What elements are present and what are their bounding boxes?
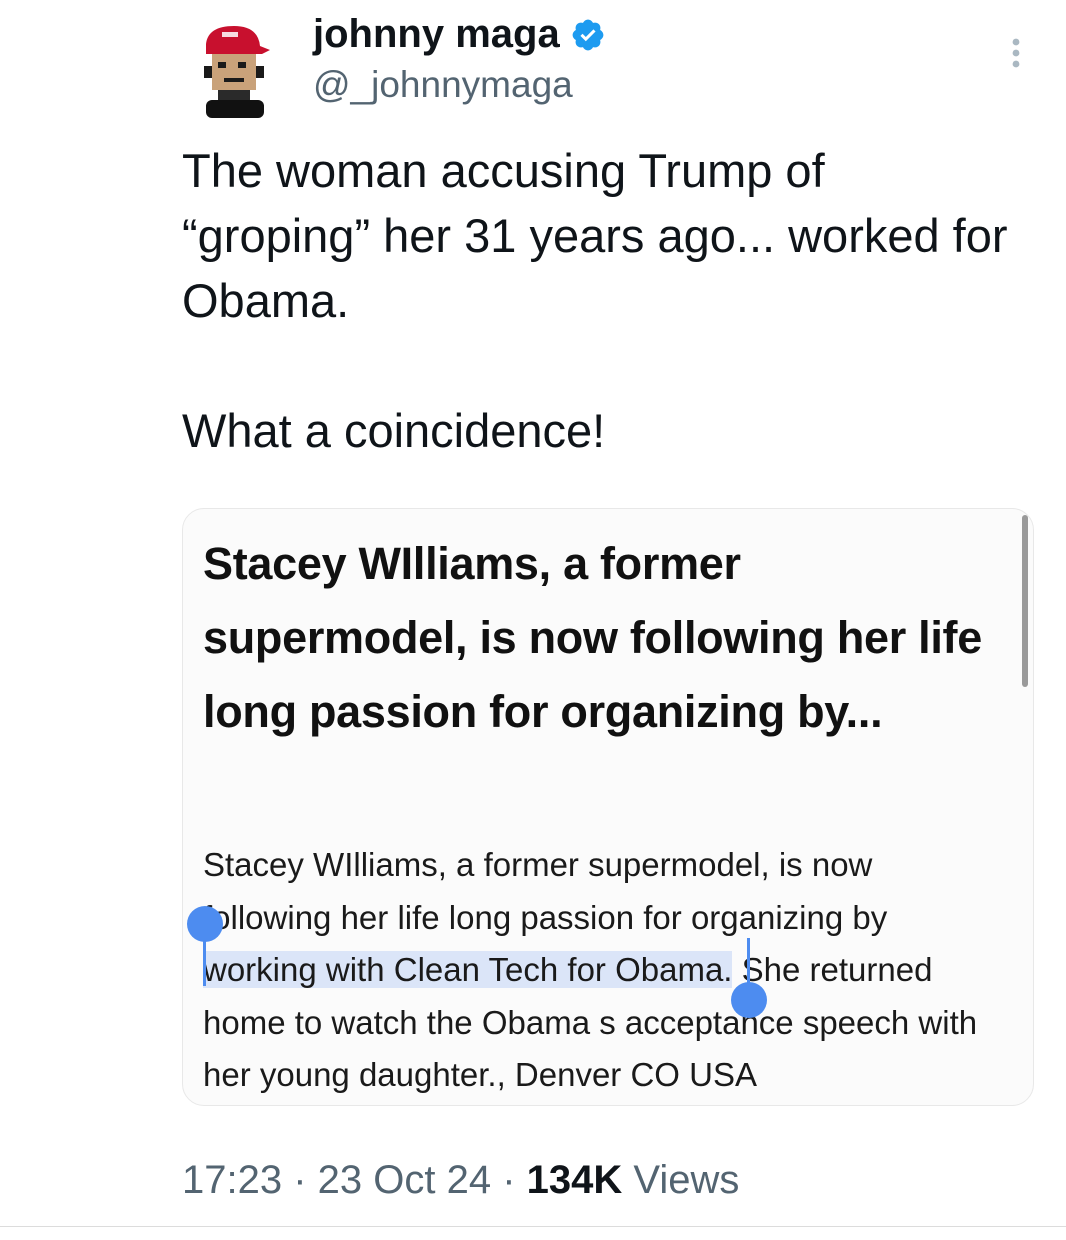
card-title: Stacey WIlliams, a former supermodel, is… xyxy=(203,538,982,737)
selection-start-handle[interactable] xyxy=(187,906,223,942)
meta-separator: · xyxy=(491,1158,527,1202)
selection-end-handle[interactable] xyxy=(731,982,767,1018)
avatar[interactable] xyxy=(196,22,274,118)
tweet-paragraph: What a coincidence! xyxy=(182,404,606,457)
selected-text[interactable]: working with Clean Tech for Obama. xyxy=(203,951,733,988)
tweet-meta: 17:23 · 23 Oct 24 · 134K Views xyxy=(182,1158,739,1203)
tweet-time[interactable]: 17:23 xyxy=(182,1158,282,1202)
card-desc-line: her young daughter., Denver CO USA xyxy=(203,1056,757,1093)
more-options-button[interactable] xyxy=(1004,34,1030,74)
tweet-text: The woman accusing Trump of “groping” he… xyxy=(182,138,1022,463)
author-name-text: johnny maga xyxy=(313,12,560,56)
link-preview-card[interactable]: Stacey WIlliams, a former supermodel, is… xyxy=(182,508,1034,1106)
card-desc-line: working with Clean Tech for Obama. She r… xyxy=(203,944,1023,997)
pixel-avatar-red-cap-icon xyxy=(204,26,270,118)
tweet-paragraph: The woman accusing Trump of “groping” he… xyxy=(182,144,1008,327)
card-desc-line: Stacey WIlliams, a former supermodel, is… xyxy=(203,846,873,883)
views-label: Views xyxy=(622,1158,740,1202)
card-scrollbar[interactable] xyxy=(1022,515,1028,687)
card-desc-text: She returned xyxy=(732,951,933,988)
card-description: Stacey WIlliams, a former supermodel, is… xyxy=(203,839,1023,1102)
more-options-icon xyxy=(1012,38,1020,68)
author-handle[interactable]: @_johnnymaga xyxy=(313,64,573,106)
meta-separator: · xyxy=(282,1158,318,1202)
card-desc-line: following her life long passion for orga… xyxy=(203,898,888,936)
verified-badge-icon xyxy=(572,19,604,50)
author-display-name[interactable]: johnny maga xyxy=(313,12,606,57)
card-desc-line: home to watch the Obama s acceptance spe… xyxy=(203,1003,978,1041)
tweet-date[interactable]: 23 Oct 24 xyxy=(318,1158,491,1202)
views-count[interactable]: 134K xyxy=(527,1158,623,1202)
divider xyxy=(0,1226,1066,1227)
